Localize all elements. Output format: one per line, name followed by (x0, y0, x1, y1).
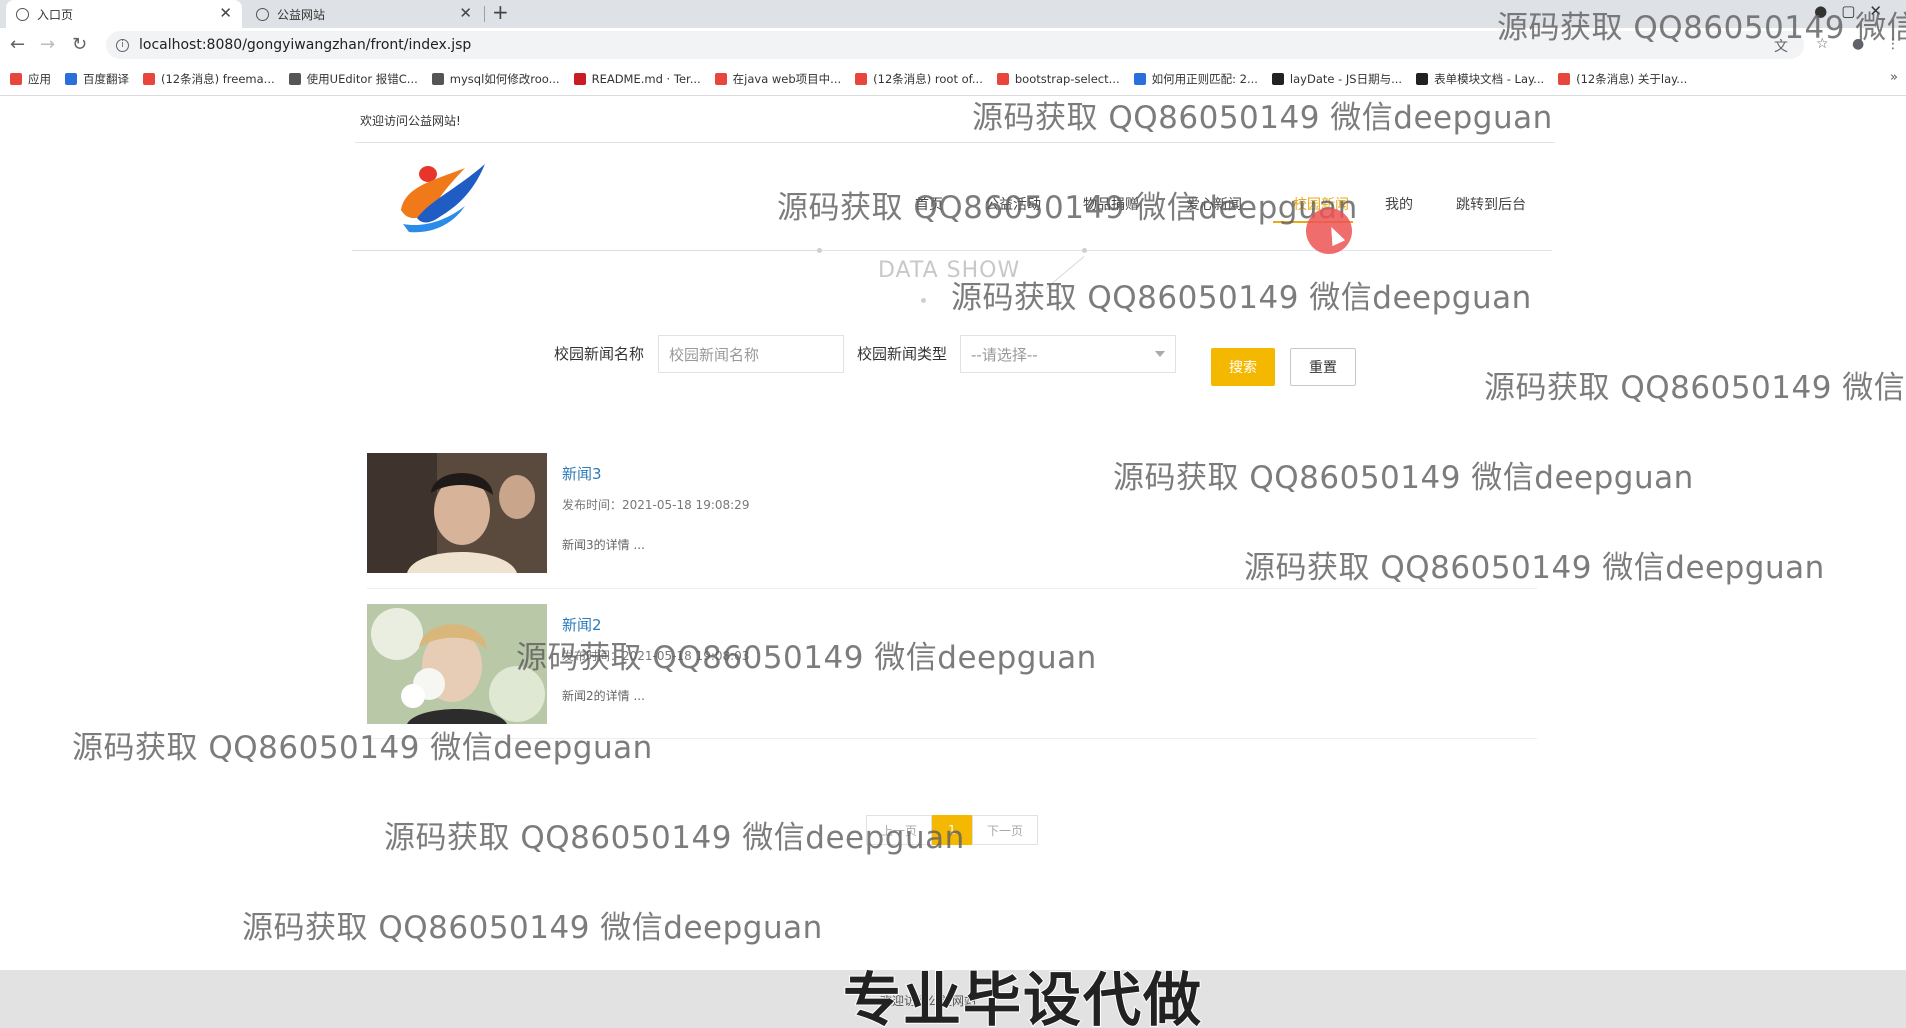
bookmark-item[interactable]: layDate - JS日期与... (1271, 71, 1403, 87)
csdn-icon (143, 72, 155, 85)
bookmark-label: (12条消息) root of... (873, 71, 983, 86)
page-icon (996, 72, 1009, 85)
news-name-input[interactable]: 校园新闻名称 (658, 335, 844, 373)
news-name-label: 校园新闻名称 (553, 345, 644, 363)
layui-icon (1416, 72, 1429, 85)
bookmark-label: 使用UEditor 报错C... (306, 71, 418, 86)
news-type-label: 校园新闻类型 (856, 345, 947, 363)
bookmark-item[interactable]: (12条消息) freema... (143, 71, 275, 87)
gitee-icon (573, 72, 586, 85)
close-tab-icon[interactable]: ✕ (459, 4, 472, 22)
watermark-text: 源码获取 QQ86050149 微信deepguan (516, 640, 1097, 676)
news-name-placeholder: 校园新闻名称 (669, 345, 760, 364)
bookmark-item[interactable]: 在java web项目中... (714, 71, 842, 87)
url-text: localhost:8080/gongyiwangzhan/front/inde… (139, 37, 472, 53)
banner-dot (921, 298, 926, 303)
bookmark-label: mysql如何修改roo... (449, 71, 560, 86)
news-type-selected: --请选择-- (971, 345, 1038, 364)
news-description: 新闻2的详情 ... (562, 689, 645, 703)
bookmark-label: bootstrap-select... (1014, 71, 1120, 86)
reset-button[interactable]: 重置 (1290, 348, 1356, 386)
news-thumbnail[interactable] (367, 453, 547, 573)
bookmark-item[interactable]: README.md · Ter... (573, 71, 701, 86)
banner-dot (1082, 248, 1087, 253)
bookmark-label: 百度翻译 (83, 71, 129, 86)
bookmark-label: 如何用正则匹配: 2... (1151, 71, 1258, 86)
watermark-text: 源码获取 QQ86050149 微信deepguan (1113, 460, 1694, 496)
news-title-link[interactable]: 新闻3 (562, 463, 602, 484)
nav-item[interactable]: 跳转到后台 (1456, 194, 1526, 214)
reload-icon[interactable]: ↻ (72, 34, 87, 55)
welcome-text: 欢迎访问公益网站! (360, 114, 461, 128)
bookmark-label: (12条消息) 关于lay... (1576, 71, 1688, 86)
csdn-icon (855, 72, 868, 85)
back-icon[interactable]: ← (10, 34, 25, 55)
chevron-down-icon (1155, 351, 1165, 357)
watermark-text: 源码获取 QQ86050149 微信deepguan (972, 100, 1553, 136)
banner-line-left (352, 250, 820, 251)
watermark-text: 源码获取 QQ86050149 微信deepguan (1484, 370, 1906, 406)
bookmark-item[interactable]: 使用UEditor 报错C... (288, 71, 418, 87)
watermark-text: 源码获取 QQ86050149 微信deepguan (951, 280, 1532, 316)
site-logo[interactable] (395, 158, 490, 233)
bookmark-label: layDate - JS日期与... (1289, 71, 1403, 86)
header-divider (355, 142, 1555, 143)
translate-icon (65, 72, 77, 85)
new-tab-button[interactable]: + (492, 0, 509, 24)
nav-item[interactable]: 我的 (1385, 194, 1413, 214)
link-icon (288, 72, 301, 85)
watermark-text: 源码获取 QQ86050149 微信deepguan (384, 820, 965, 856)
bookmarks-bar: 应用 百度翻译 (12条消息) freema... 使用UEditor 报错C... m… (0, 62, 1906, 96)
bookmark-item[interactable]: (12条消息) root of... (855, 71, 983, 87)
forward-icon[interactable]: → (40, 34, 55, 55)
close-tab-icon[interactable]: ✕ (219, 4, 232, 22)
browser-tab[interactable]: 公益网站 ✕ (246, 0, 482, 28)
baidu-icon (1133, 72, 1146, 85)
bookmark-item[interactable]: 应用 (10, 71, 51, 87)
watermark-text: 源码获取 QQ86050149 微信deepguan (72, 730, 653, 766)
bookmark-label: 表单模块文档 - Lay... (1434, 71, 1545, 86)
bookmark-item[interactable]: mysql如何修改roo... (431, 71, 560, 87)
bookmark-label: (12条消息) freema... (161, 71, 275, 86)
news-divider (367, 588, 1537, 589)
next-page-button[interactable]: 下一页 (972, 815, 1038, 845)
site-info-icon[interactable]: i (116, 38, 129, 52)
shield-icon (256, 7, 269, 21)
tab-label: 公益网站 (277, 7, 326, 22)
banner-dot (817, 248, 822, 253)
bookmark-item[interactable]: 如何用正则匹配: 2... (1133, 71, 1258, 87)
bookmark-label: 应用 (28, 71, 51, 86)
bookmark-item[interactable]: bootstrap-select... (996, 71, 1120, 86)
bookmark-item[interactable]: 表单模块文档 - Lay... (1416, 71, 1544, 87)
watermark-text: 源码获取 QQ86050149 微信deepguan (242, 910, 823, 946)
layui-icon (1271, 72, 1284, 85)
globe-icon (16, 7, 29, 21)
csdn-icon (714, 72, 727, 85)
link-icon (431, 72, 444, 85)
bookmark-item[interactable]: 百度翻译 (65, 71, 129, 87)
news-description: 新闻3的详情 ... (562, 538, 645, 552)
more-bookmarks-icon[interactable]: » (1890, 70, 1898, 85)
watermark-text: 源码获取 QQ86050149 微信deepguan (1244, 550, 1825, 586)
tab-divider (484, 6, 485, 22)
news-publish-time: 发布时间：2021-05-18 19:08:29 (562, 498, 750, 512)
video-caption: 专业毕设代做 (842, 965, 1204, 1028)
watermark-text: 源码获取 QQ86050149 微信deepguan (777, 190, 1358, 226)
browser-tab-active[interactable]: 入口页 ✕ (6, 0, 242, 28)
bookmark-label: README.md · Ter... (591, 71, 701, 86)
search-button[interactable]: 搜索 (1211, 348, 1275, 386)
watermark-text: 源码获取 QQ86050149 微信deepguan (1497, 10, 1906, 46)
csdn-icon (1558, 72, 1571, 85)
bookmark-label: 在java web项目中... (732, 71, 842, 86)
news-type-select[interactable]: --请选择-- (960, 335, 1176, 373)
bookmark-item[interactable]: (12条消息) 关于lay... (1558, 71, 1687, 87)
tab-label: 入口页 (37, 7, 74, 22)
apps-grid-icon (10, 72, 22, 85)
